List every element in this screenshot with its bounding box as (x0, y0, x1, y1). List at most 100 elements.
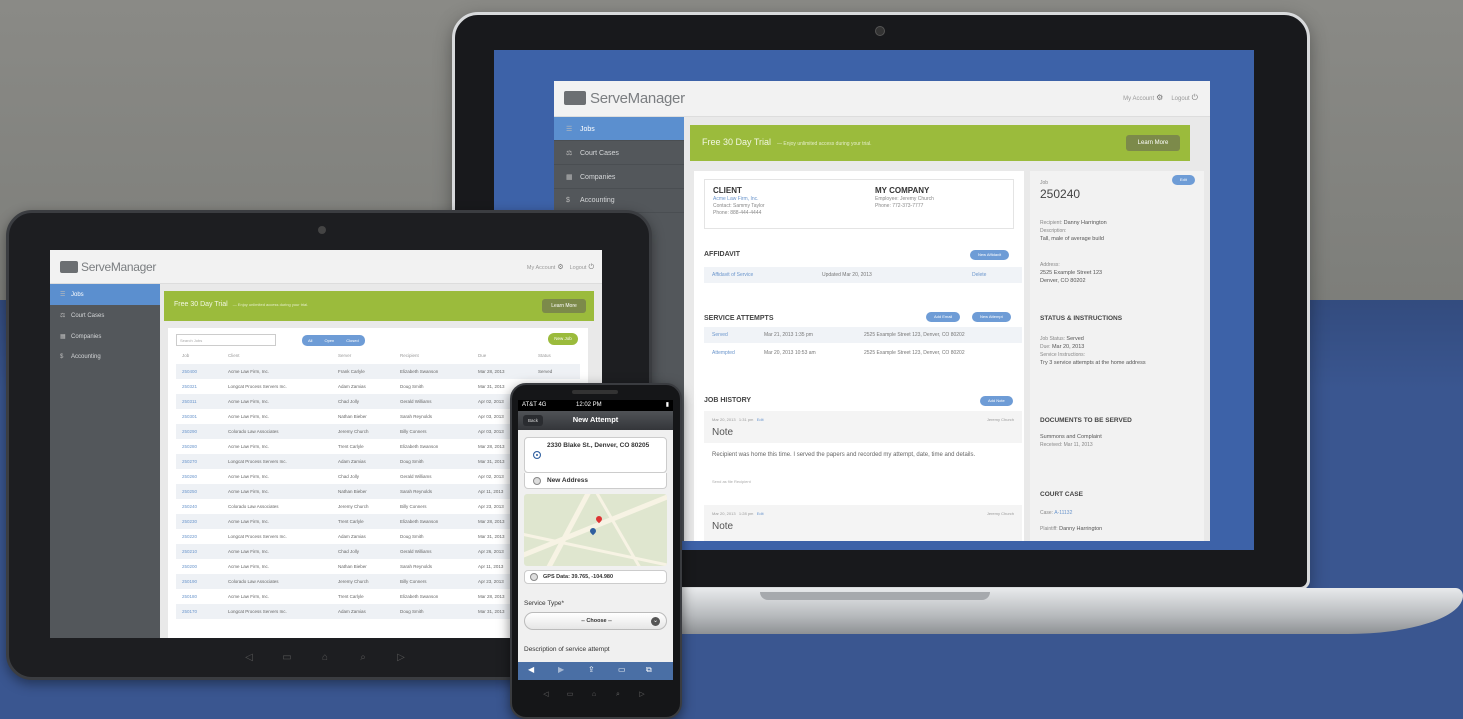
tablet-camera (318, 226, 326, 234)
gear-icon[interactable]: ⚙ (557, 264, 563, 271)
sidebar-item-court-cases[interactable]: ⚖ Court Cases (554, 141, 684, 165)
share-icon[interactable]: ⇪ (588, 665, 595, 674)
sidebar-item-companies[interactable]: ▦ Companies (554, 165, 684, 189)
add-email-button[interactable]: Add Email (926, 312, 961, 322)
column-header[interactable]: Status (538, 353, 551, 358)
court-case-info: Case: A-11132 Plaintiff: Danny Harringto… (1040, 510, 1103, 532)
job-number-link[interactable]: 250170 (182, 604, 197, 619)
accounting-icon: $ (566, 197, 570, 204)
edit-note-link[interactable]: Edit (757, 511, 764, 516)
new-affidavit-button[interactable]: New Affidavit (970, 250, 1010, 260)
sidebar-item-accounting[interactable]: $ Accounting (50, 347, 160, 368)
client-name-link[interactable]: Acme Law Firm, Inc. (713, 196, 765, 203)
gear-icon[interactable]: ⚙ (1156, 93, 1163, 102)
back-icon[interactable]: ◁ (230, 652, 268, 663)
recent-apps-icon[interactable]: ▭ (268, 652, 306, 663)
table-cell: Apr 11, 2013 (478, 489, 504, 494)
clock: 12:02 PM (576, 402, 602, 408)
search-icon[interactable]: ⌕ (344, 652, 382, 663)
column-header[interactable]: Recipient (400, 353, 419, 358)
attempt-row[interactable]: Attempted Mar 20, 2013 10:53 am 2525 Exa… (704, 345, 1022, 361)
delete-affidavit-link[interactable]: Delete (972, 267, 986, 283)
new-attempt-button[interactable]: New Attempt (972, 312, 1011, 322)
my-account-link[interactable]: My Account (1123, 96, 1154, 102)
top-nav: My Account ⚙ Logout ⏻ (1123, 93, 1198, 103)
menu-icon[interactable]: ▷ (630, 690, 654, 698)
learn-more-button[interactable]: Learn More (542, 299, 586, 313)
job-number-link[interactable]: 250301 (182, 409, 197, 424)
map-view[interactable] (524, 494, 667, 566)
logout-link[interactable]: Logout (570, 265, 587, 271)
app-logo[interactable]: ServeManager (60, 259, 156, 274)
radio-selected-icon[interactable] (533, 451, 541, 459)
learn-more-button[interactable]: Learn More (1126, 135, 1180, 151)
job-number-link[interactable]: 250260 (182, 469, 197, 484)
power-icon[interactable]: ⏻ (588, 264, 594, 271)
attempt-row[interactable]: Served Mar 21, 2013 1:35 pm 2525 Example… (704, 327, 1022, 343)
table-cell: Adam Zamias (338, 459, 366, 464)
job-number-link[interactable]: 250190 (182, 574, 197, 589)
address-option-new[interactable]: New Address (524, 473, 667, 489)
logout-link[interactable]: Logout (1171, 96, 1189, 102)
column-header[interactable]: Due (478, 353, 486, 358)
app-logo[interactable]: ServeManager (564, 89, 685, 107)
search-input[interactable]: Search Jobs (176, 334, 276, 346)
radio-icon[interactable] (533, 477, 541, 485)
filter-all[interactable]: All (302, 338, 318, 343)
sidebar-item-jobs[interactable]: ☰ Jobs (50, 284, 160, 305)
job-number-link[interactable]: 250240 (182, 499, 197, 514)
recent-apps-icon[interactable]: ▭ (558, 690, 582, 698)
filter-segmented-control: All Open Closed (302, 335, 365, 346)
table-row[interactable]: 250400 Acme Law Firm, Inc. Frank Carlyle El… (176, 364, 580, 379)
bookmarks-icon[interactable]: ▭ (618, 665, 626, 674)
job-number-link[interactable]: 250250 (182, 484, 197, 499)
filter-open[interactable]: Open (318, 338, 340, 343)
column-header[interactable]: Job (182, 353, 189, 358)
menu-icon[interactable]: ▷ (382, 652, 420, 663)
new-job-button[interactable]: New Job (548, 333, 578, 345)
sidebar-item-jobs[interactable]: ☰ Jobs (554, 117, 684, 141)
table-cell: Adam Zamias (338, 384, 366, 389)
power-icon[interactable]: ⏻ (1192, 93, 1198, 102)
search-icon[interactable]: ⌕ (606, 691, 630, 699)
job-number-link[interactable]: 250311 (182, 394, 197, 409)
client-info: CLIENT Acme Law Firm, Inc. Contact: Samm… (713, 186, 765, 216)
client-box: CLIENT Acme Law Firm, Inc. Contact: Samm… (704, 179, 1014, 229)
service-type-select[interactable]: -- Choose -- ⌄ (524, 612, 667, 630)
job-number-link[interactable]: 250280 (182, 439, 197, 454)
my-account-link[interactable]: My Account (527, 265, 555, 271)
laptop-camera (875, 26, 885, 36)
job-number-link[interactable]: 250200 (182, 559, 197, 574)
sidebar-item-court-cases[interactable]: ⚖ Court Cases (50, 305, 160, 326)
affidavit-link[interactable]: Affidavit of Service (712, 267, 753, 283)
job-number-link[interactable]: 250230 (182, 514, 197, 529)
table-cell: Sarah Reynolds (400, 414, 433, 419)
job-number-link[interactable]: 250321 (182, 379, 197, 394)
forward-arrow-icon[interactable]: ▶ (558, 665, 564, 674)
sidebar-item-companies[interactable]: ▦ Companies (50, 326, 160, 347)
add-note-button[interactable]: Add Note (980, 396, 1013, 406)
job-number-link[interactable]: 250400 (182, 364, 197, 379)
address-option-current[interactable]: 2330 Blake St., Denver, CO 80205 (524, 437, 667, 473)
job-number-link[interactable]: 250210 (182, 544, 197, 559)
table-cell: Apr 26, 2013 (478, 549, 504, 554)
table-cell: Jeremy Church (338, 429, 369, 434)
table-cell: Sarah Reynolds (400, 489, 433, 494)
job-number-link[interactable]: 250290 (182, 424, 197, 439)
job-number-link[interactable]: 250270 (182, 454, 197, 469)
table-cell: Nathan Bieber (338, 564, 367, 569)
court-case-link[interactable]: A-11132 (1054, 510, 1072, 516)
column-header[interactable]: Server (338, 353, 351, 358)
trial-title: Free 30 Day Trial (702, 137, 772, 147)
filter-closed[interactable]: Closed (340, 338, 364, 343)
back-arrow-icon[interactable]: ◀ (528, 665, 534, 674)
job-number-link[interactable]: 250220 (182, 529, 197, 544)
home-icon[interactable]: ⌂ (582, 691, 606, 698)
edit-note-link[interactable]: Edit (757, 417, 764, 422)
column-header[interactable]: Client (228, 353, 240, 358)
home-icon[interactable]: ⌂ (306, 652, 344, 663)
job-number-link[interactable]: 250180 (182, 589, 197, 604)
back-icon[interactable]: ◁ (534, 690, 558, 698)
tabs-icon[interactable]: ⧉ (646, 665, 652, 675)
nav-bar: Back New Attempt (518, 411, 673, 430)
